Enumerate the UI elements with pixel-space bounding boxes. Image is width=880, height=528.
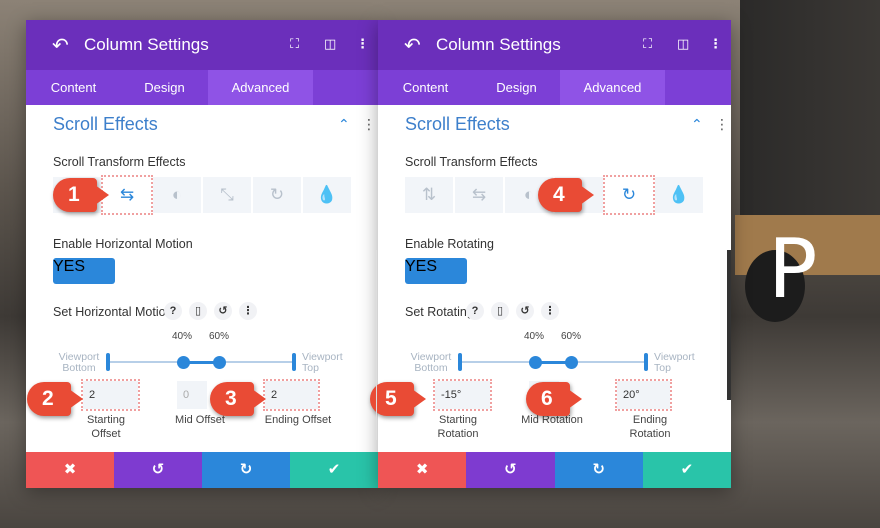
more-icon[interactable]: ⋮ [356,36,369,52]
tab-bar: Content Design Advanced [378,70,731,105]
fullscreen-icon[interactable]: ⛶ [290,36,299,52]
effects-label: Scroll Transform Effects [53,155,186,169]
tab-content[interactable]: Content [378,70,473,105]
slider-mid-start-handle[interactable] [177,356,190,369]
set-label: Set Horizontal Motion [53,305,173,319]
slider-end-handle[interactable] [292,353,296,371]
slider-end-handle[interactable] [644,353,648,371]
scale-icon[interactable]: ⤡ [203,177,251,213]
slider-start-handle[interactable] [458,353,462,371]
split-view-icon[interactable]: ◫ [324,36,336,52]
panel-divider [376,250,377,440]
save-button[interactable]: ✔ [642,452,731,488]
viewport-bottom-label: Viewport Bottom [410,351,452,374]
horizontal-motion-icon[interactable]: ⇆ [101,175,153,215]
back-icon[interactable]: ↶ [52,33,69,58]
section-more-icon[interactable]: ⋮ [715,116,729,133]
horizontal-motion-icon[interactable]: ⇆ [455,177,503,213]
undo-button[interactable]: ↺ [466,452,555,488]
slider-mid-start-handle[interactable] [529,356,542,369]
step-badge: 3 [210,382,266,416]
slider-mid-end-handle[interactable] [565,356,578,369]
mid-end-label: 60% [209,331,230,342]
end-caption: Ending Offset [264,414,332,426]
mid-start-label: 40% [524,331,545,342]
background-letter: P [768,222,818,317]
tab-advanced[interactable]: Advanced [560,70,665,105]
step-badge: 2 [27,382,83,416]
toggle-label: YES [405,258,438,275]
viewport-top-label: Viewport Top [302,351,343,374]
scrollbar[interactable] [727,250,731,400]
section-more-icon[interactable]: ⋮ [362,116,376,133]
rotate-icon[interactable]: ↻ [253,177,301,213]
tab-design[interactable]: Design [121,70,208,105]
blur-icon[interactable]: 💧 [303,177,351,213]
section-title[interactable]: Scroll Effects [405,114,510,135]
column-settings-panel: ↶ Column Settings ⛶ ◫ ⋮ Content Design Advanced… [370,20,731,488]
save-button[interactable]: ✔ [290,452,378,488]
start-caption: Starting Offset [87,414,125,440]
vertical-motion-icon[interactable]: ⇅ [405,177,453,213]
start-caption: Starting Rotation [437,414,479,440]
background-photo [740,0,880,240]
tab-content[interactable]: Content [26,70,121,105]
tab-advanced[interactable]: Advanced [208,70,313,105]
enable-label: Enable Rotating [405,237,494,251]
help-icon[interactable]: ? [466,302,484,320]
device-icon[interactable]: ▯ [189,302,207,320]
step-badge: 4 [538,178,594,212]
panel-footer: ✖ ↺ ↻ ✔ [26,452,378,488]
viewport-top-label: Viewport Top [654,351,695,374]
mid-start-label: 40% [172,331,193,342]
collapse-icon[interactable]: ⌃ [338,116,350,133]
tab-bar: Content Design Advanced [26,70,378,105]
options-icon[interactable]: ⋮ [541,302,559,320]
step-badge: 6 [526,382,582,416]
start-value-input[interactable]: -15° [433,379,492,411]
more-icon[interactable]: ⋮ [709,36,722,52]
toggle-label: YES [53,258,86,275]
redo-button[interactable]: ↻ [554,452,643,488]
rotate-icon[interactable]: ↻ [603,175,655,215]
end-value-input[interactable]: 20° [615,379,672,411]
split-view-icon[interactable]: ◫ [677,36,689,52]
end-value-input[interactable]: 2 [263,379,320,411]
viewport-bottom-label: Viewport Bottom [58,351,100,374]
redo-button[interactable]: ↻ [202,452,290,488]
end-caption: Ending Rotation [629,414,671,440]
cancel-button[interactable]: ✖ [26,452,114,488]
enable-toggle[interactable]: YES [53,258,115,284]
tab-design[interactable]: Design [473,70,560,105]
panel-header: ↶ Column Settings ⛶ ◫ ⋮ [26,20,378,70]
blur-icon[interactable]: 💧 [655,177,703,213]
start-value-input[interactable]: 2 [81,379,140,411]
back-icon[interactable]: ↶ [404,33,421,58]
reset-icon[interactable]: ↺ [516,302,534,320]
panel-footer: ✖ ↺ ↻ ✔ [378,452,731,488]
undo-button[interactable]: ↺ [114,452,202,488]
slider-start-handle[interactable] [106,353,110,371]
fullscreen-icon[interactable]: ⛶ [643,36,652,52]
section-title[interactable]: Scroll Effects [53,114,158,135]
mid-value-input[interactable]: 0 [177,381,207,409]
slider-mid-end-handle[interactable] [213,356,226,369]
help-icon[interactable]: ? [164,302,182,320]
panel-title: Column Settings [436,35,561,54]
options-icon[interactable]: ⋮ [239,302,257,320]
panel-header: ↶ Column Settings ⛶ ◫ ⋮ [378,20,731,70]
device-icon[interactable]: ▯ [491,302,509,320]
effects-label: Scroll Transform Effects [405,155,538,169]
reset-icon[interactable]: ↺ [214,302,232,320]
panel-title: Column Settings [84,35,209,54]
fade-icon[interactable]: ◐ [153,177,201,213]
set-label: Set Rotating [405,305,474,319]
column-settings-panel: ↶ Column Settings ⛶ ◫ ⋮ Content Design Advanced… [26,20,378,488]
mid-end-label: 60% [561,331,582,342]
enable-toggle[interactable]: YES [405,258,467,284]
step-badge: 1 [53,178,109,212]
collapse-icon[interactable]: ⌃ [691,116,703,133]
cancel-button[interactable]: ✖ [378,452,467,488]
enable-label: Enable Horizontal Motion [53,237,193,251]
